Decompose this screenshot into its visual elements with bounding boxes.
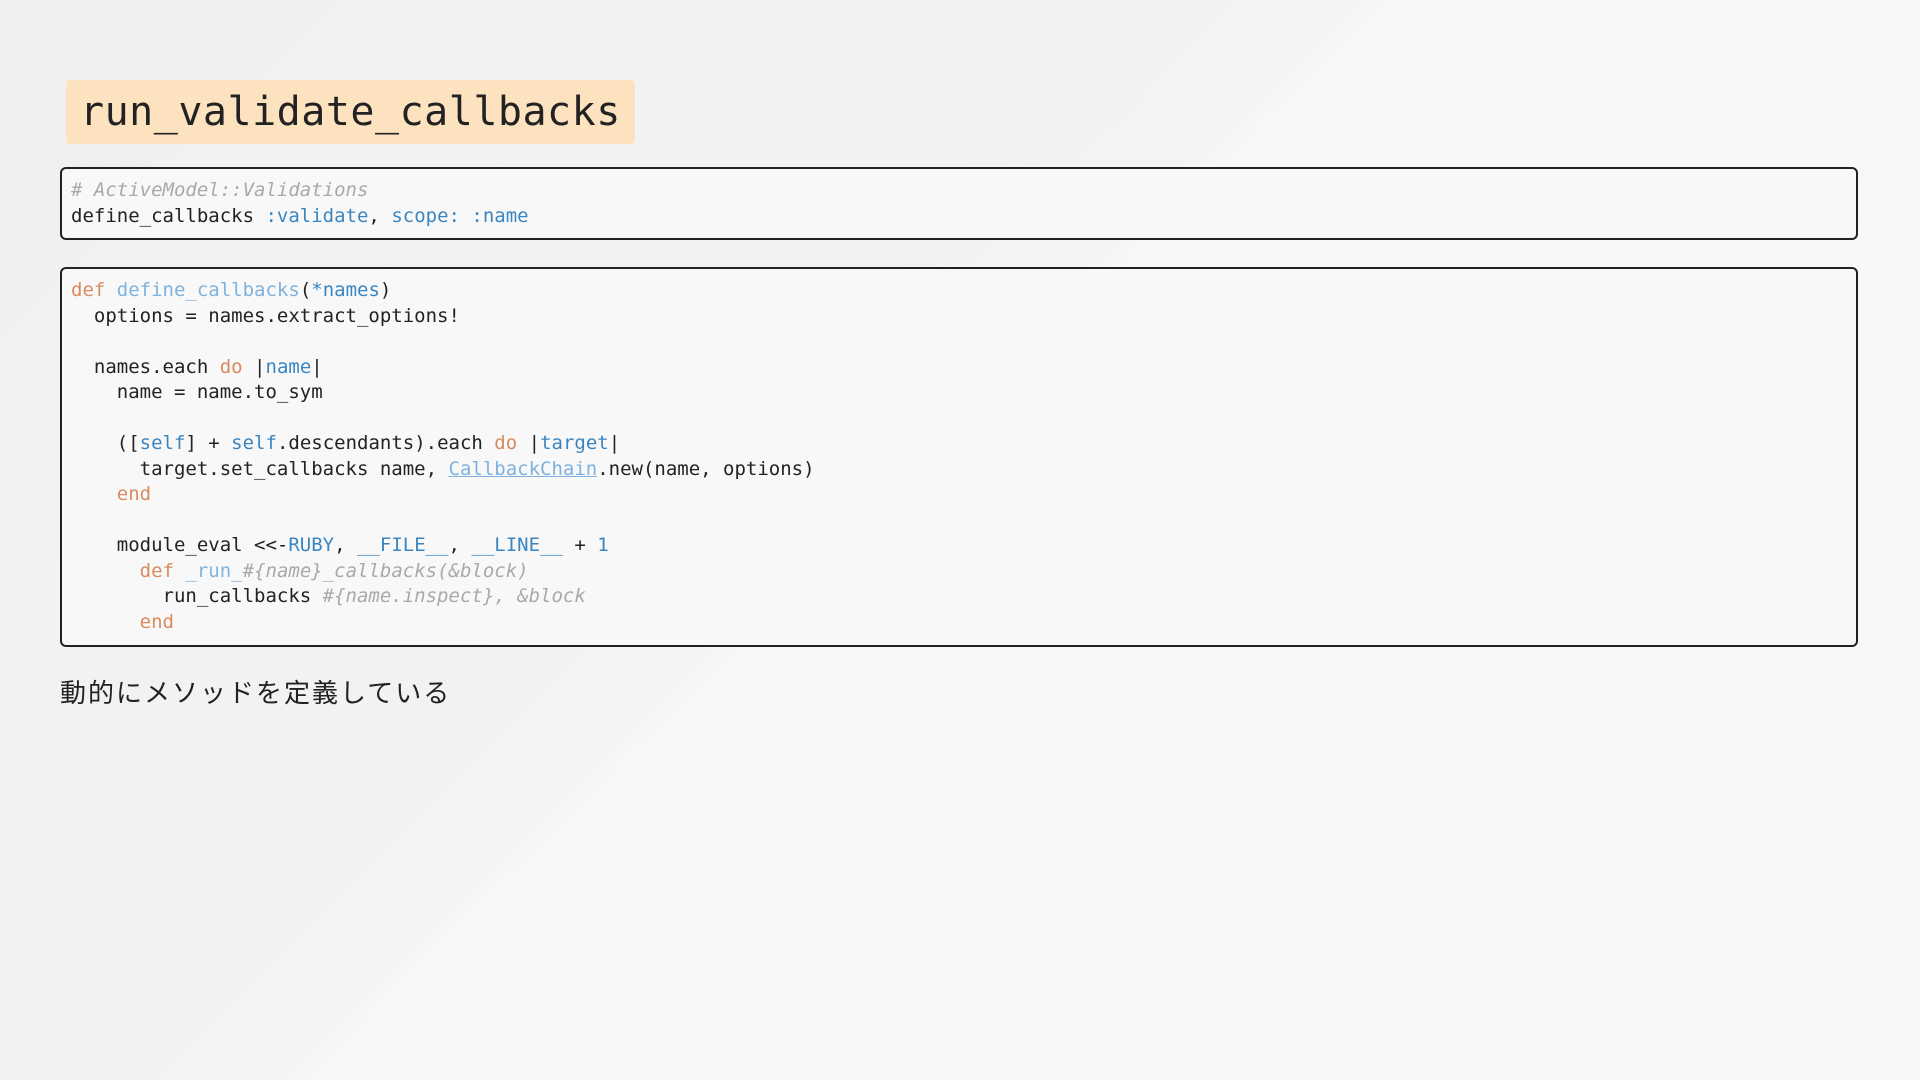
code-token: run_callbacks <box>71 585 323 607</box>
code-line: options = names.extract_options! <box>71 304 1847 330</box>
code-token: *names <box>311 279 380 301</box>
code-link[interactable]: CallbackChain <box>449 458 598 480</box>
code-token: #{name.inspect}, &block <box>322 585 586 607</box>
code-token: __LINE__ <box>471 534 563 556</box>
code-token: target.set_callbacks name, <box>71 457 449 480</box>
code-token: , <box>368 204 392 227</box>
code-token: do <box>219 355 243 378</box>
code-token: + <box>562 534 598 556</box>
code-token: | <box>242 355 266 378</box>
code-token: def <box>139 559 174 582</box>
code-line: define_callbacks :validate, scope: :name <box>71 204 1847 230</box>
slide-title-text: run_validate_callbacks <box>80 89 621 135</box>
code-token: names.each <box>71 355 220 378</box>
code-token: name = name.to_sym <box>71 381 323 403</box>
code-line: # ActiveModel::Validations <box>71 178 1847 204</box>
code-token: options = names.extract_options! <box>71 304 460 327</box>
code-line: names.each do |name| <box>71 355 1847 381</box>
code-token: name <box>265 355 312 378</box>
code-token: RUBY <box>288 534 335 556</box>
code-token: do <box>494 432 518 454</box>
code-token: | <box>608 432 621 454</box>
code-line: name = name.to_sym <box>71 380 1847 406</box>
code-token: define_callbacks <box>71 204 266 227</box>
code-line: def _run_#{name}_callbacks(&block) <box>71 559 1847 585</box>
code-token: #{name}_callbacks(&block) <box>242 559 529 582</box>
code-token: , <box>334 534 357 556</box>
code-token: ( <box>299 279 312 301</box>
code-token: end <box>116 483 152 505</box>
code-block-define-callbacks-call: # ActiveModel::Validationsdefine_callbac… <box>60 167 1858 240</box>
code-token: self <box>231 432 277 454</box>
code-token: end <box>139 610 174 633</box>
code-token: | <box>311 355 323 378</box>
code-token: define_callbacks <box>116 279 300 301</box>
code-token: target <box>540 432 609 454</box>
code-token: __FILE__ <box>357 534 449 556</box>
code-token: 1 <box>597 534 609 556</box>
code-line: target.set_callbacks name, CallbackChain… <box>71 457 1847 483</box>
code-token: ] + <box>185 432 232 454</box>
code-token: :name <box>471 204 529 227</box>
code-token: ([ <box>71 432 140 454</box>
code-line: module_eval <<-RUBY, __FILE__, __LINE__ … <box>71 533 1847 559</box>
code-token: .descendants).each <box>276 432 495 454</box>
slide-title: run_validate_callbacks <box>66 80 635 144</box>
code-line: end <box>71 482 1847 508</box>
code-token: :validate <box>265 204 369 227</box>
code-token: scope: <box>391 204 460 227</box>
code-line: ([self] + self.descendants).each do |tar… <box>71 431 1847 457</box>
code-token: .new(name, options) <box>597 457 815 480</box>
code-token: | <box>517 432 541 454</box>
code-token: , <box>448 534 472 556</box>
code-token: ) <box>379 279 392 301</box>
code-line: run_callbacks #{name.inspect}, &block <box>71 584 1847 610</box>
code-line: end <box>71 610 1847 636</box>
code-token: module_eval <<- <box>71 534 289 556</box>
code-token: _run_ <box>185 559 243 582</box>
code-token: self <box>139 432 186 454</box>
code-token: def <box>71 279 106 301</box>
code-block-define-callbacks-method: def define_callbacks(*names) options = n… <box>60 267 1858 647</box>
slide-caption: 動的にメソッドを定義している <box>60 679 452 709</box>
code-line: def define_callbacks(*names) <box>71 278 1847 304</box>
code-token: # ActiveModel::Validations <box>71 179 369 201</box>
